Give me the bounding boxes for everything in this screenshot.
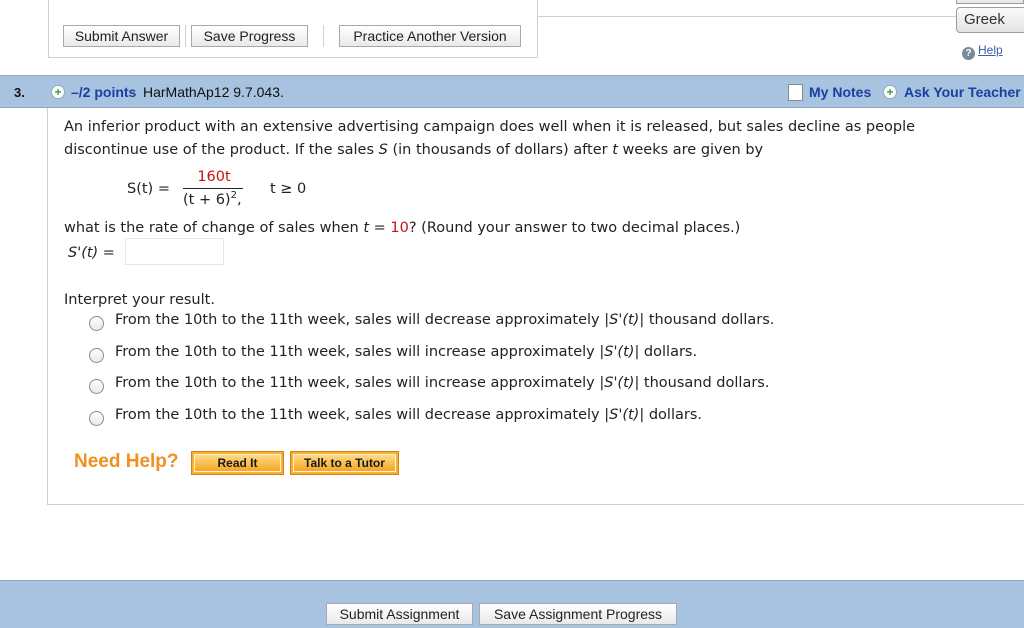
notes-icon[interactable]: [788, 84, 803, 101]
language-select[interactable]: Greek: [956, 7, 1024, 33]
question-points: –/2 points: [71, 84, 137, 100]
talk-to-tutor-button[interactable]: Talk to a Tutor: [290, 451, 399, 475]
practice-another-version-button[interactable]: Practice Another Version: [339, 25, 521, 47]
option-radio-2[interactable]: [89, 348, 104, 363]
help-link[interactable]: ? Help: [962, 43, 1003, 60]
answer-input[interactable]: [125, 238, 224, 265]
option-radio-3[interactable]: [89, 379, 104, 394]
formula-denominator: (t + 6)2,: [183, 190, 242, 208]
formula-numerator: 160t: [197, 169, 231, 185]
option-radio-1[interactable]: [89, 316, 104, 331]
fraction-bar: [183, 188, 243, 189]
option-radio-4[interactable]: [89, 411, 104, 426]
option-label-1[interactable]: From the 10th to the 11th week, sales wi…: [115, 312, 774, 328]
question-number: 3.: [14, 85, 25, 100]
language-select-top: [956, 0, 1024, 4]
ask-teacher-plus-icon[interactable]: +: [883, 85, 897, 99]
question-header: 3. + –/2 points HarMathAp12 9.7.043. My …: [0, 75, 1024, 108]
save-progress-button[interactable]: Save Progress: [191, 25, 308, 47]
formula-lhs: S(t) =: [127, 181, 170, 197]
option-label-2[interactable]: From the 10th to the 11th week, sales wi…: [115, 344, 697, 360]
help-label: Help: [978, 43, 1003, 57]
option-label-3[interactable]: From the 10th to the 11th week, sales wi…: [115, 375, 769, 391]
formula-condition: t ≥ 0: [270, 181, 307, 197]
toolbar-divider: [538, 16, 1024, 17]
read-it-button[interactable]: Read It: [191, 451, 284, 475]
answer-label: S'(t) =: [68, 245, 115, 261]
option-label-4[interactable]: From the 10th to the 11th week, sales wi…: [115, 407, 702, 423]
submit-assignment-button[interactable]: Submit Assignment: [326, 603, 473, 625]
question-text-line1: An inferior product with an extensive ad…: [64, 119, 916, 135]
question-code: HarMathAp12 9.7.043.: [143, 84, 284, 100]
my-notes-link[interactable]: My Notes: [809, 84, 871, 100]
need-help-title: Need Help?: [74, 451, 179, 472]
help-icon: ?: [962, 47, 975, 60]
save-assignment-progress-button[interactable]: Save Assignment Progress: [479, 603, 677, 625]
rate-question: what is the rate of change of sales when…: [64, 220, 741, 236]
toolbar-separator: [185, 25, 186, 47]
question-text-line2: discontinue use of the product. If the s…: [64, 142, 764, 158]
ask-your-teacher-link[interactable]: Ask Your Teacher: [904, 84, 1021, 100]
expand-plus-icon[interactable]: +: [51, 85, 65, 99]
toolbar-separator: [323, 25, 324, 47]
interpret-prompt: Interpret your result.: [64, 292, 215, 308]
submit-answer-button[interactable]: Submit Answer: [63, 25, 180, 47]
